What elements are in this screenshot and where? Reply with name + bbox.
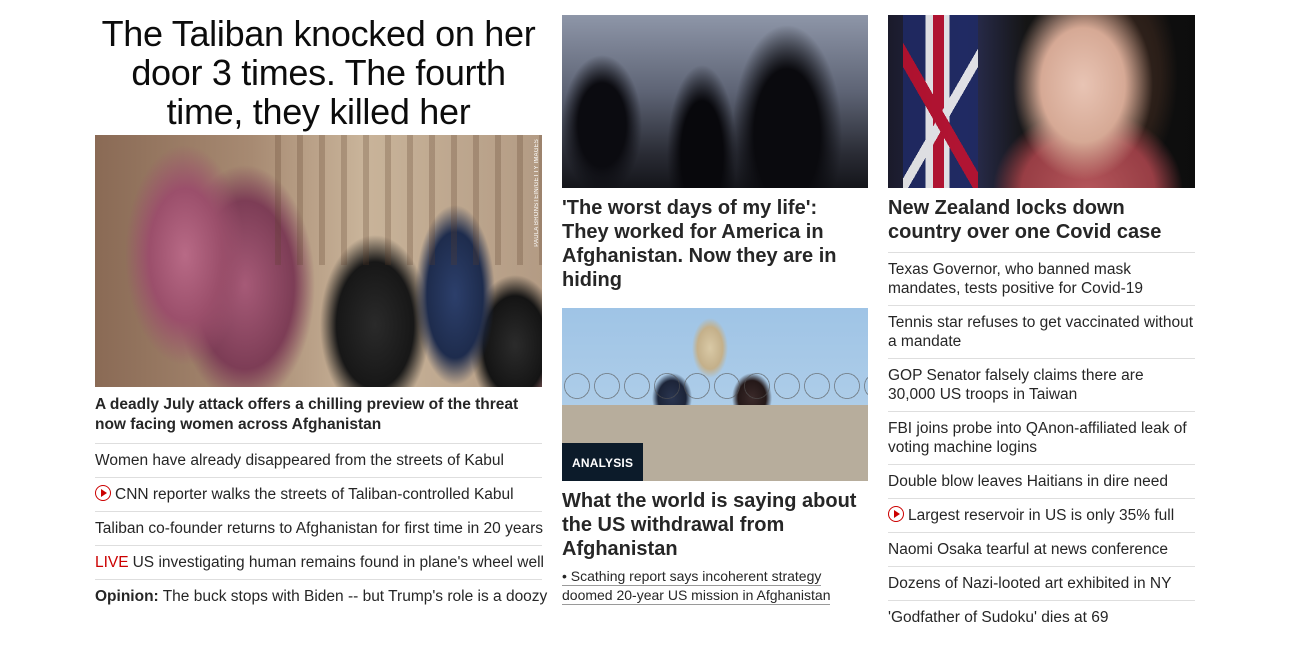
link-text[interactable]: Taliban co-founder returns to Afghanista… <box>95 520 543 537</box>
list-item[interactable]: Naomi Osaka tearful at news conference <box>888 532 1195 566</box>
link-text[interactable]: FBI joins probe into QAnon-affiliated le… <box>888 420 1187 456</box>
opinion-label: Opinion: <box>95 588 159 605</box>
story-bullet-link[interactable]: • Scathing report says incoherent strate… <box>562 567 868 605</box>
link-text[interactable]: Texas Governor, who banned mask mandates… <box>888 261 1143 297</box>
link-text[interactable]: 'Godfather of Sudoku' dies at 69 <box>888 609 1108 626</box>
list-item[interactable]: 'Godfather of Sudoku' dies at 69 <box>888 600 1195 634</box>
list-item[interactable]: GOP Senator falsely claims there are 30,… <box>888 358 1195 411</box>
link-text[interactable]: CNN reporter walks the streets of Taliba… <box>115 486 514 503</box>
link-text[interactable]: Women have already disappeared from the … <box>95 452 504 469</box>
right-stories-column: New Zealand locks down country over one … <box>888 0 1195 634</box>
barbed-wire-detail <box>562 368 868 404</box>
link-text[interactable]: Largest reservoir in US is only 35% full <box>908 507 1174 524</box>
bullet-link-text[interactable]: • Scathing report says incoherent strate… <box>562 568 831 605</box>
story-headline-worst-days[interactable]: 'The worst days of my life': They worked… <box>562 196 868 292</box>
analysis-story-image[interactable]: ANALYSIS <box>562 308 868 481</box>
story-headline-world-saying[interactable]: What the world is saying about the US wi… <box>562 489 868 561</box>
analysis-badge: ANALYSIS <box>562 443 644 481</box>
list-item[interactable]: Taliban co-founder returns to Afghanista… <box>95 511 543 545</box>
link-text[interactable]: GOP Senator falsely claims there are 30,… <box>888 367 1144 403</box>
silhouette-story-image[interactable] <box>562 15 868 188</box>
list-item[interactable]: CNN reporter walks the streets of Taliba… <box>95 477 542 511</box>
list-item[interactable]: Opinion: The buck stops with Biden -- but… <box>95 579 547 613</box>
middle-stories-column: 'The worst days of my life': They worked… <box>562 0 868 605</box>
lead-story-column: The Taliban knocked on her door 3 times.… <box>95 0 547 613</box>
list-item[interactable]: Tennis star refuses to get vaccinated wi… <box>888 305 1195 358</box>
list-item[interactable]: Women have already disappeared from the … <box>95 443 542 477</box>
union-flag-detail <box>903 15 978 188</box>
link-text[interactable]: The buck stops with Biden -- but Trump's… <box>163 588 548 605</box>
image-background-detail <box>275 135 542 265</box>
list-item[interactable]: Dozens of Nazi-looted art exhibited in N… <box>888 566 1195 600</box>
photo-credit: PAULA BRONSTEIN/GETTY IMAGES <box>534 139 540 247</box>
play-icon <box>95 485 111 501</box>
list-item[interactable]: Largest reservoir in US is only 35% full <box>888 498 1195 532</box>
list-item[interactable]: LIVE US investigating human remains found… <box>95 545 544 579</box>
link-text[interactable]: Dozens of Nazi-looted art exhibited in N… <box>888 575 1171 592</box>
link-text[interactable]: Tennis star refuses to get vaccinated wi… <box>888 314 1193 350</box>
list-item[interactable]: Double blow leaves Haitians in dire need <box>888 464 1195 498</box>
story-headline-new-zealand[interactable]: New Zealand locks down country over one … <box>888 196 1195 244</box>
list-item[interactable]: FBI joins probe into QAnon-affiliated le… <box>888 411 1195 464</box>
live-badge: LIVE <box>95 554 129 571</box>
link-text[interactable]: US investigating human remains found in … <box>133 554 544 571</box>
new-zealand-story-image[interactable] <box>888 15 1195 188</box>
lead-headline[interactable]: The Taliban knocked on her door 3 times.… <box>95 14 542 131</box>
lead-headline-link[interactable]: The Taliban knocked on her door 3 times.… <box>102 13 536 132</box>
link-text[interactable]: Double blow leaves Haitians in dire need <box>888 473 1168 490</box>
lead-story-image[interactable]: PAULA BRONSTEIN/GETTY IMAGES <box>95 135 542 387</box>
lead-subhead[interactable]: A deadly July attack offers a chilling p… <box>95 395 542 435</box>
play-icon <box>888 506 904 522</box>
list-item[interactable]: Texas Governor, who banned mask mandates… <box>888 252 1195 305</box>
right-related-links: Texas Governor, who banned mask mandates… <box>888 252 1195 634</box>
lead-related-links: Women have already disappeared from the … <box>95 443 547 613</box>
link-text[interactable]: Naomi Osaka tearful at news conference <box>888 541 1168 558</box>
